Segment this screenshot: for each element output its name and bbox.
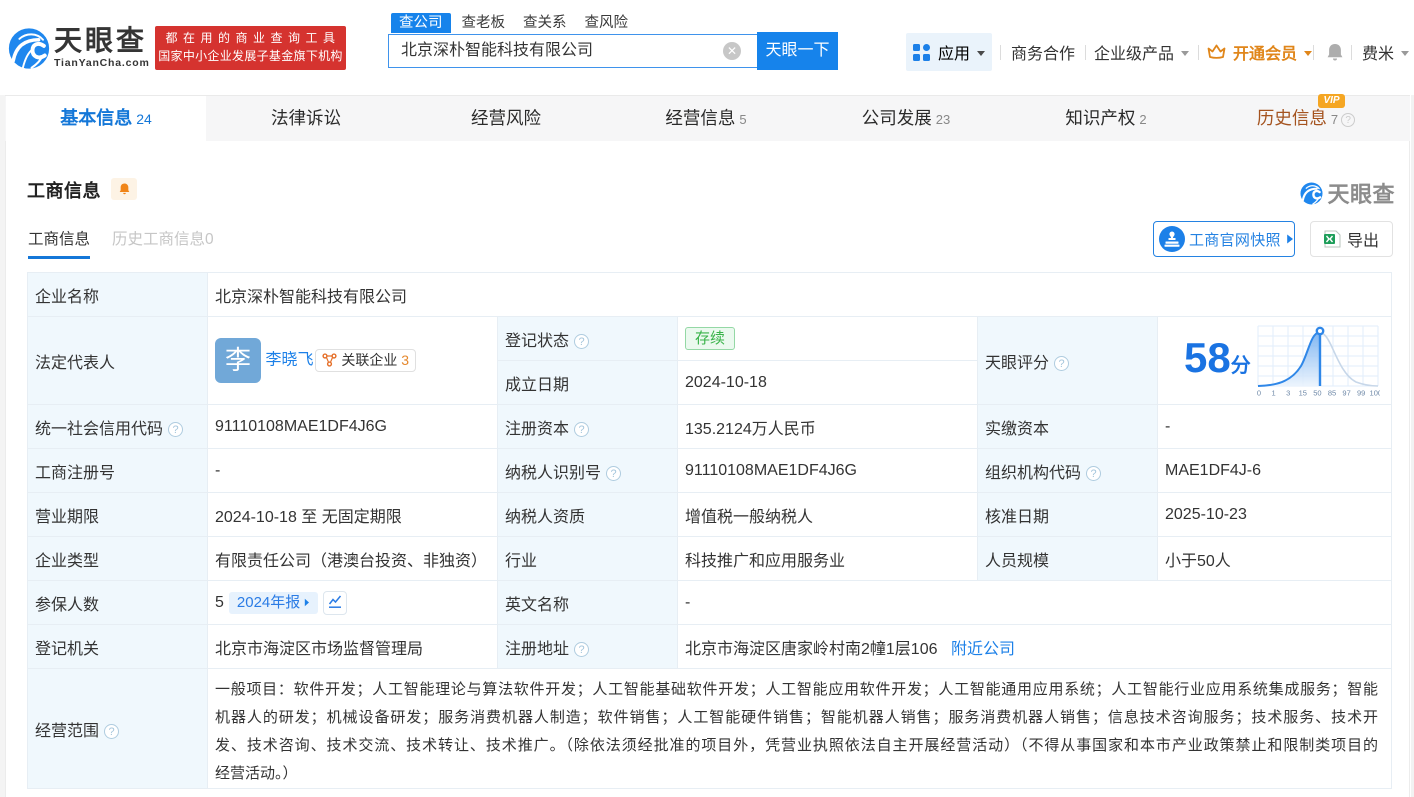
svg-text:3: 3 [1286, 389, 1290, 398]
svg-text:1: 1 [1272, 389, 1276, 398]
svg-text:50: 50 [1313, 389, 1321, 398]
svg-text:0: 0 [1257, 389, 1261, 398]
svg-text:85: 85 [1328, 389, 1336, 398]
svg-text:15: 15 [1299, 389, 1307, 398]
svg-text:100: 100 [1370, 389, 1380, 398]
svg-text:99: 99 [1357, 389, 1365, 398]
svg-text:97: 97 [1342, 389, 1350, 398]
